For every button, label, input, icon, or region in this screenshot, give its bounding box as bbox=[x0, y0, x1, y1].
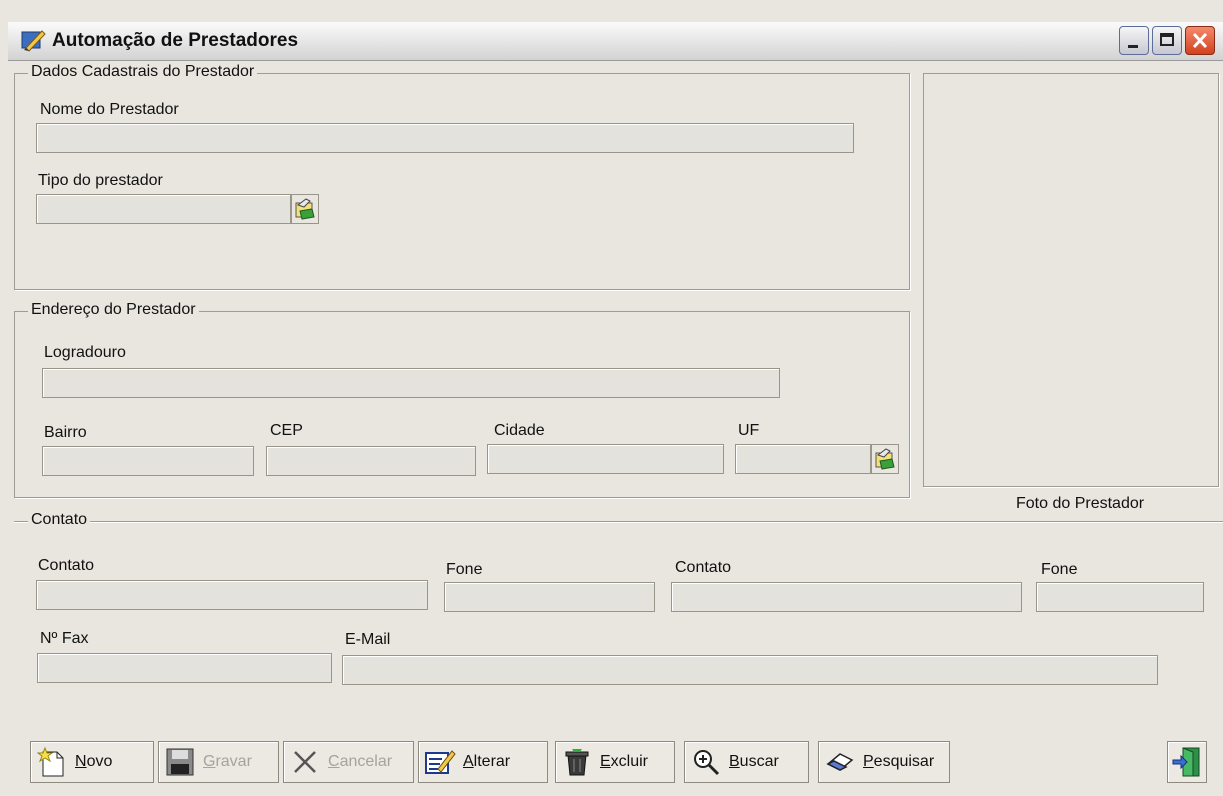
fone1-input[interactable] bbox=[444, 582, 655, 612]
foto-caption: Foto do Prestador bbox=[1016, 495, 1145, 512]
gravar-label-accesskey: G bbox=[203, 753, 216, 770]
alterar-label: lterar bbox=[473, 753, 511, 770]
nome-prestador-input[interactable] bbox=[36, 123, 854, 153]
contato1-input[interactable] bbox=[36, 580, 428, 610]
novo-label-accesskey: N bbox=[75, 753, 87, 770]
logradouro-label: Logradouro bbox=[44, 344, 126, 361]
gravar-label: ravar bbox=[215, 753, 252, 770]
cancelar-button[interactable]: Cancelar bbox=[283, 741, 414, 783]
excluir-label-accesskey: E bbox=[600, 753, 611, 770]
uf-label: UF bbox=[738, 422, 760, 439]
cidade-label: Cidade bbox=[494, 422, 545, 439]
cancelar-label-accesskey: C bbox=[328, 753, 340, 770]
cep-input[interactable] bbox=[266, 446, 476, 476]
minimize-icon bbox=[1128, 45, 1138, 48]
x-cancel-icon bbox=[288, 745, 322, 779]
application-window: Automação de Prestadores Dados Cadastrai… bbox=[0, 0, 1223, 796]
alterar-button[interactable]: Alterar bbox=[418, 741, 548, 783]
edit-pencil-icon bbox=[423, 745, 457, 779]
pesquisar-button[interactable]: Pesquisar bbox=[818, 741, 950, 783]
endereco-legend: Endereço do Prestador bbox=[28, 301, 199, 319]
fax-input[interactable] bbox=[37, 653, 332, 683]
excluir-button[interactable]: Excluir bbox=[555, 741, 675, 783]
magnifier-icon bbox=[689, 745, 723, 779]
gravar-button[interactable]: Gravar bbox=[158, 741, 279, 783]
close-icon bbox=[1192, 32, 1208, 49]
contato2-label: Contato bbox=[675, 559, 732, 576]
fax-label: Nº Fax bbox=[40, 630, 89, 647]
new-document-icon bbox=[35, 745, 69, 779]
fone2-label: Fone bbox=[1041, 561, 1078, 578]
fone2-input[interactable] bbox=[1036, 582, 1204, 612]
uf-input[interactable] bbox=[735, 444, 871, 474]
foto-frame bbox=[923, 73, 1219, 487]
pesquisar-label: esquisar bbox=[873, 753, 935, 770]
excluir-label: xcluir bbox=[610, 753, 649, 770]
pesquisar-label-accesskey: P bbox=[863, 753, 874, 770]
contato-divider bbox=[14, 521, 1223, 522]
contato2-input[interactable] bbox=[671, 582, 1022, 612]
tipo-lookup-button[interactable] bbox=[291, 194, 319, 224]
contato1-label: Contato bbox=[38, 557, 95, 574]
hand-pointer-icon bbox=[295, 198, 315, 220]
title-bar[interactable]: Automação de Prestadores bbox=[8, 22, 1223, 61]
email-label: E-Mail bbox=[345, 631, 391, 648]
window-title: Automação de Prestadores bbox=[52, 30, 299, 51]
dados-cadastrais-legend: Dados Cadastrais do Prestador bbox=[28, 63, 258, 81]
buscar-button[interactable]: Buscar bbox=[684, 741, 809, 783]
exit-door-icon bbox=[1170, 745, 1204, 779]
contato-legend: Contato bbox=[28, 511, 91, 529]
buscar-label: uscar bbox=[739, 753, 779, 770]
close-button[interactable] bbox=[1185, 26, 1215, 55]
cancelar-label: ancelar bbox=[339, 753, 393, 770]
minimize-button[interactable] bbox=[1119, 26, 1149, 55]
cep-label: CEP bbox=[270, 422, 303, 439]
trash-bin-icon bbox=[560, 745, 594, 779]
nome-prestador-label: Nome do Prestador bbox=[40, 101, 179, 118]
novo-button[interactable]: Novo bbox=[30, 741, 154, 783]
fone1-label: Fone bbox=[446, 561, 483, 578]
hand-pointer-icon bbox=[875, 448, 895, 470]
tipo-prestador-label: Tipo do prestador bbox=[38, 172, 163, 189]
eraser-icon bbox=[823, 745, 857, 779]
app-pencil-icon bbox=[20, 28, 46, 52]
floppy-disk-icon bbox=[163, 745, 197, 779]
uf-lookup-button[interactable] bbox=[871, 444, 899, 474]
maximize-icon bbox=[1160, 33, 1174, 46]
logradouro-input[interactable] bbox=[42, 368, 780, 398]
email-input[interactable] bbox=[342, 655, 1158, 685]
tipo-prestador-input[interactable] bbox=[36, 194, 291, 224]
buscar-label-accesskey: B bbox=[729, 753, 740, 770]
maximize-button[interactable] bbox=[1152, 26, 1182, 55]
sair-button[interactable] bbox=[1167, 741, 1207, 783]
novo-label: ovo bbox=[86, 753, 113, 770]
bairro-input[interactable] bbox=[42, 446, 254, 476]
alterar-label-accesskey: A bbox=[463, 753, 474, 770]
cidade-input[interactable] bbox=[487, 444, 724, 474]
bairro-label: Bairro bbox=[44, 424, 87, 441]
